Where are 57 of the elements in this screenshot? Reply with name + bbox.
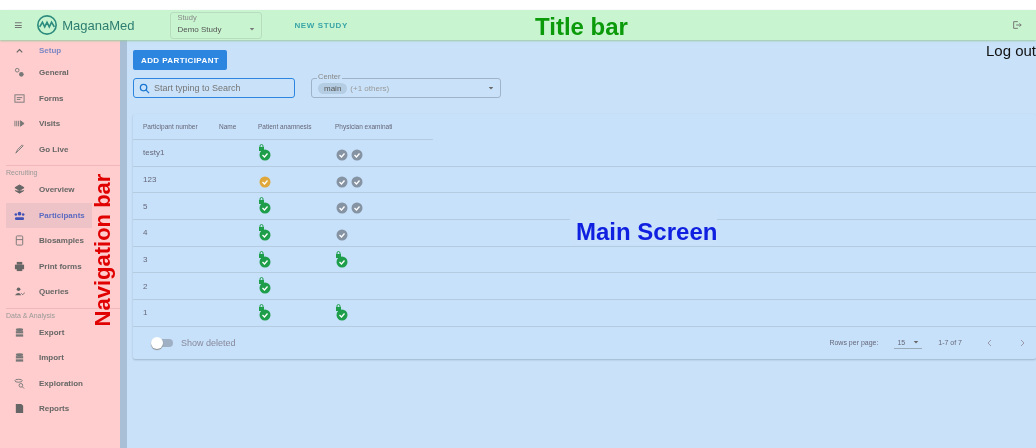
person-check-icon xyxy=(14,286,25,298)
printer-icon xyxy=(14,260,25,272)
form-icon xyxy=(14,92,25,104)
table-cell-text: 3 xyxy=(143,255,149,265)
add-participant-button[interactable]: ADD PARTICIPANT xyxy=(133,50,228,70)
show-deleted-toggle[interactable] xyxy=(153,338,173,347)
toggle-label: Show deleted xyxy=(181,337,236,348)
new-study-button[interactable]: NEW STUDY xyxy=(294,20,348,30)
dropdown-icon xyxy=(249,26,256,32)
nav-item[interactable]: Export xyxy=(6,319,92,345)
nav-item[interactable]: Reports xyxy=(6,396,92,422)
table-cell-text: 5 xyxy=(143,201,149,211)
nav-item[interactable]: General xyxy=(6,60,92,86)
annotation-label: Navigation bar xyxy=(92,173,114,327)
previous-page-icon[interactable] xyxy=(986,338,994,347)
table-cell-text: 123 xyxy=(143,175,158,185)
logo-icon xyxy=(36,14,59,36)
layers-icon xyxy=(14,184,25,196)
locked-check-icon[interactable] xyxy=(258,303,272,322)
nav-item[interactable]: Queries xyxy=(6,279,92,305)
locked-check-icon[interactable] xyxy=(258,143,272,162)
nav-item[interactable]: Overview xyxy=(6,177,92,203)
logout-icon[interactable] xyxy=(1012,20,1022,30)
scrollbar[interactable] xyxy=(120,40,127,448)
annotation-label: Log out xyxy=(985,43,1036,58)
dropdown-icon xyxy=(913,339,920,346)
locked-check-icon[interactable] xyxy=(258,197,272,216)
nav-item[interactable]: Print forms xyxy=(6,253,92,279)
nav-item[interactable]: Visits xyxy=(6,111,92,137)
nav-section-header[interactable]: Setup xyxy=(6,40,92,60)
table-cell-text: 4 xyxy=(143,228,149,238)
locked-check-icon[interactable] xyxy=(335,250,349,269)
locked-check-icon[interactable] xyxy=(258,250,272,269)
nav-item[interactable]: Biosamples xyxy=(6,228,92,254)
next-page-icon[interactable] xyxy=(1018,338,1026,347)
logo-text: MaganaMed xyxy=(62,17,135,33)
fridge-icon xyxy=(14,235,25,247)
table-cell-text: 1 xyxy=(143,308,149,318)
nav-item[interactable]: Forms xyxy=(6,85,92,111)
search-field[interactable]: Start typing to Search xyxy=(133,78,295,98)
table-cell-text: 2 xyxy=(143,281,149,291)
nav-item[interactable]: Import xyxy=(6,345,92,371)
locked-check-icon[interactable] xyxy=(258,223,272,242)
locked-check-icon[interactable] xyxy=(335,303,349,322)
dropdown-icon xyxy=(488,85,494,91)
nav-item[interactable]: Exploration xyxy=(6,370,92,396)
report-icon xyxy=(14,403,25,415)
table-cell-text: testy1 xyxy=(143,148,166,158)
db-search-icon xyxy=(14,377,25,389)
people-icon xyxy=(14,209,25,221)
nav-item[interactable]: Go Live xyxy=(6,136,92,162)
menu-icon[interactable]: ≡ xyxy=(14,17,23,33)
visits-icon xyxy=(14,118,25,130)
nav-item[interactable]: Participants xyxy=(6,202,92,228)
annotation-label: Title bar xyxy=(535,15,628,39)
locked-check-icon[interactable] xyxy=(258,277,272,296)
search-icon xyxy=(139,83,150,94)
